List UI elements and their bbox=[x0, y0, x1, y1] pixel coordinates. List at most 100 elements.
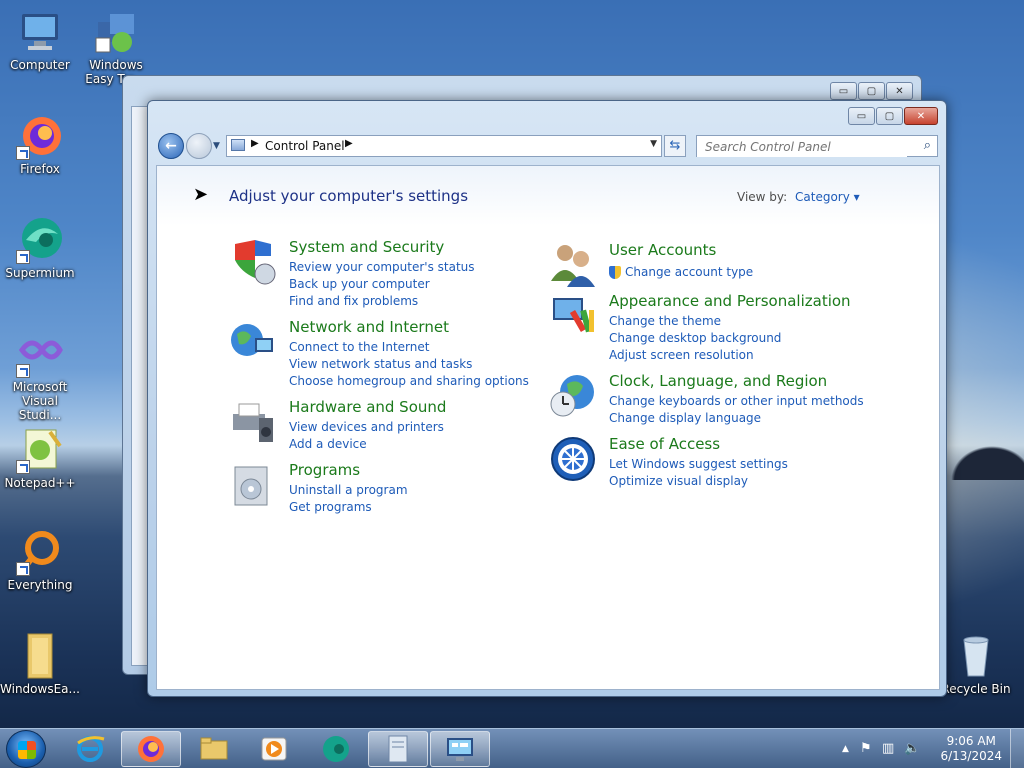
address-dropdown-icon[interactable]: ▼ bbox=[650, 139, 657, 149]
link-change-desktop-background[interactable]: Change desktop background bbox=[609, 330, 781, 347]
maximize-button[interactable]: ▢ bbox=[858, 82, 885, 100]
globe-network-icon[interactable] bbox=[229, 318, 277, 366]
link-back-up-computer[interactable]: Back up your computer bbox=[289, 276, 475, 293]
link-connect-internet[interactable]: Connect to the Internet bbox=[289, 339, 529, 356]
category-title[interactable]: User Accounts bbox=[609, 241, 716, 259]
folder-icon bbox=[16, 632, 64, 680]
category-title[interactable]: Programs bbox=[289, 461, 360, 479]
view-by-label: View by: bbox=[737, 190, 788, 204]
desktop-icon-firefox[interactable]: Firefox bbox=[0, 112, 80, 176]
desktop-icon-label: Supermium bbox=[5, 266, 75, 280]
view-by-dropdown[interactable]: Category ▾ bbox=[795, 190, 860, 204]
shortcut-arrow-icon bbox=[16, 146, 30, 160]
link-get-programs[interactable]: Get programs bbox=[289, 499, 408, 516]
category-title[interactable]: Appearance and Personalization bbox=[609, 292, 851, 310]
taskbar-supermium[interactable] bbox=[306, 731, 366, 767]
close-button[interactable]: ✕ bbox=[904, 107, 938, 125]
link-change-theme[interactable]: Change the theme bbox=[609, 313, 781, 330]
monitor-paint-icon[interactable] bbox=[549, 292, 597, 340]
minimize-button[interactable]: ▭ bbox=[848, 107, 875, 125]
taskbar-file-explorer[interactable] bbox=[184, 731, 244, 767]
media-player-icon bbox=[261, 737, 287, 761]
taskbar-control-panel[interactable] bbox=[430, 731, 490, 767]
clock-date: 6/13/2024 bbox=[940, 749, 1002, 763]
link-find-fix-problems[interactable]: Find and fix problems bbox=[289, 293, 475, 310]
desktop-icon-visual-studio[interactable]: Microsoft Visual Studi... bbox=[0, 330, 80, 422]
minimize-button[interactable]: ▭ bbox=[830, 82, 857, 100]
network-disconnected-icon[interactable]: ▥ bbox=[882, 741, 894, 756]
category-title[interactable]: Clock, Language, and Region bbox=[609, 372, 827, 390]
taskbar-firefox[interactable] bbox=[121, 731, 181, 767]
category-title[interactable]: Network and Internet bbox=[289, 318, 449, 336]
category-title[interactable]: System and Security bbox=[289, 238, 444, 256]
show-desktop-button[interactable] bbox=[1010, 729, 1024, 768]
link-change-account-type[interactable]: Change account type bbox=[609, 264, 753, 281]
taskbar-notepad[interactable] bbox=[368, 731, 428, 767]
computer-icon bbox=[16, 8, 64, 56]
search-icon[interactable]: ⌕ bbox=[924, 138, 931, 153]
control-panel-window[interactable]: ▭ ▢ ✕ ← ▼ ▶ Control Panel ▶ ▼ ⇆ ⌕ ➤ Adju… bbox=[147, 100, 947, 697]
maximize-button[interactable]: ▢ bbox=[876, 107, 903, 125]
shortcut-arrow-icon bbox=[16, 460, 30, 474]
folder-icon bbox=[200, 737, 228, 760]
link-view-devices-printers[interactable]: View devices and printers bbox=[289, 419, 444, 436]
desktop-icon-label: Notepad++ bbox=[4, 476, 76, 490]
link-review-computer-status[interactable]: Review your computer's status bbox=[289, 259, 475, 276]
desktop-icon-computer[interactable]: Computer bbox=[0, 8, 80, 72]
control-panel-icon bbox=[231, 139, 245, 151]
arrow-left-icon: ← bbox=[165, 138, 177, 154]
category-title[interactable]: Ease of Access bbox=[609, 435, 720, 453]
shield-icon[interactable] bbox=[229, 238, 277, 286]
clock-time: 9:06 AM bbox=[946, 734, 996, 748]
back-button[interactable]: ← bbox=[158, 133, 184, 159]
category-title[interactable]: Hardware and Sound bbox=[289, 398, 446, 416]
desktop-icon-label: Firefox bbox=[20, 162, 60, 176]
desktop-icon-notepad-plus-plus[interactable]: Notepad++ bbox=[0, 426, 80, 490]
printer-speaker-icon[interactable] bbox=[229, 398, 277, 446]
notepad-icon bbox=[388, 735, 408, 763]
system-clock[interactable]: 9:06 AM 6/13/2024 bbox=[940, 734, 1002, 764]
forward-button[interactable] bbox=[186, 133, 212, 159]
notepad-plus-plus-icon bbox=[16, 426, 64, 474]
recent-pages-dropdown-icon[interactable]: ▼ bbox=[213, 141, 220, 151]
programs-box-icon[interactable] bbox=[229, 461, 277, 509]
breadcrumb-chevron-icon[interactable]: ▶ bbox=[345, 138, 353, 149]
refresh-icon: ⇆ bbox=[669, 138, 681, 153]
taskbar-internet-explorer[interactable] bbox=[60, 731, 120, 767]
search-input[interactable] bbox=[697, 137, 907, 157]
uac-shield-icon bbox=[609, 266, 621, 279]
action-center-flag-icon[interactable]: ⚑ bbox=[860, 741, 872, 756]
page-title: Adjust your computer's settings bbox=[229, 187, 469, 205]
link-view-network-status[interactable]: View network status and tasks bbox=[289, 356, 529, 373]
desktop-icon-everything[interactable]: Everything bbox=[0, 528, 80, 592]
taskbar-media-player[interactable] bbox=[244, 731, 304, 767]
link-change-display-language[interactable]: Change display language bbox=[609, 410, 864, 427]
ease-of-access-icon[interactable] bbox=[549, 435, 597, 483]
link-homegroup-sharing[interactable]: Choose homegroup and sharing options bbox=[289, 373, 529, 390]
shortcut-arrow-icon bbox=[16, 562, 30, 576]
breadcrumb-control-panel[interactable]: Control Panel bbox=[265, 139, 345, 153]
breadcrumb-chevron-icon[interactable]: ▶ bbox=[251, 138, 259, 149]
volume-muted-icon[interactable]: 🔈 bbox=[904, 741, 920, 756]
start-button[interactable] bbox=[6, 730, 46, 768]
link-windows-suggest-settings[interactable]: Let Windows suggest settings bbox=[609, 456, 788, 473]
close-button[interactable]: ✕ bbox=[886, 82, 913, 100]
desktop-icon-windowsea-folder[interactable]: WindowsEa... bbox=[0, 632, 80, 696]
search-box[interactable]: ⌕ bbox=[696, 135, 938, 157]
link-optimize-visual-display[interactable]: Optimize visual display bbox=[609, 473, 788, 490]
link-uninstall-program[interactable]: Uninstall a program bbox=[289, 482, 408, 499]
desktop-icon-label: Everything bbox=[7, 578, 73, 592]
link-change-keyboards[interactable]: Change keyboards or other input methods bbox=[609, 393, 864, 410]
globe-clock-icon[interactable] bbox=[549, 372, 597, 420]
desktop-icon-recycle-bin[interactable]: Recycle Bin bbox=[936, 632, 1016, 696]
users-icon[interactable] bbox=[549, 241, 597, 289]
desktop-icon-supermium[interactable]: Supermium bbox=[0, 216, 80, 280]
show-hidden-icons-chevron-icon[interactable]: ▲ bbox=[842, 744, 849, 754]
firefox-icon bbox=[16, 112, 64, 160]
refresh-button[interactable]: ⇆ bbox=[664, 135, 686, 157]
link-add-device[interactable]: Add a device bbox=[289, 436, 444, 453]
link-adjust-screen-resolution[interactable]: Adjust screen resolution bbox=[609, 347, 781, 364]
background-window-caption-buttons: ▭ ▢ ✕ bbox=[829, 82, 913, 100]
desktop-icon-label: Computer bbox=[10, 58, 70, 72]
address-bar[interactable]: ▶ Control Panel ▶ ▼ bbox=[226, 135, 662, 157]
